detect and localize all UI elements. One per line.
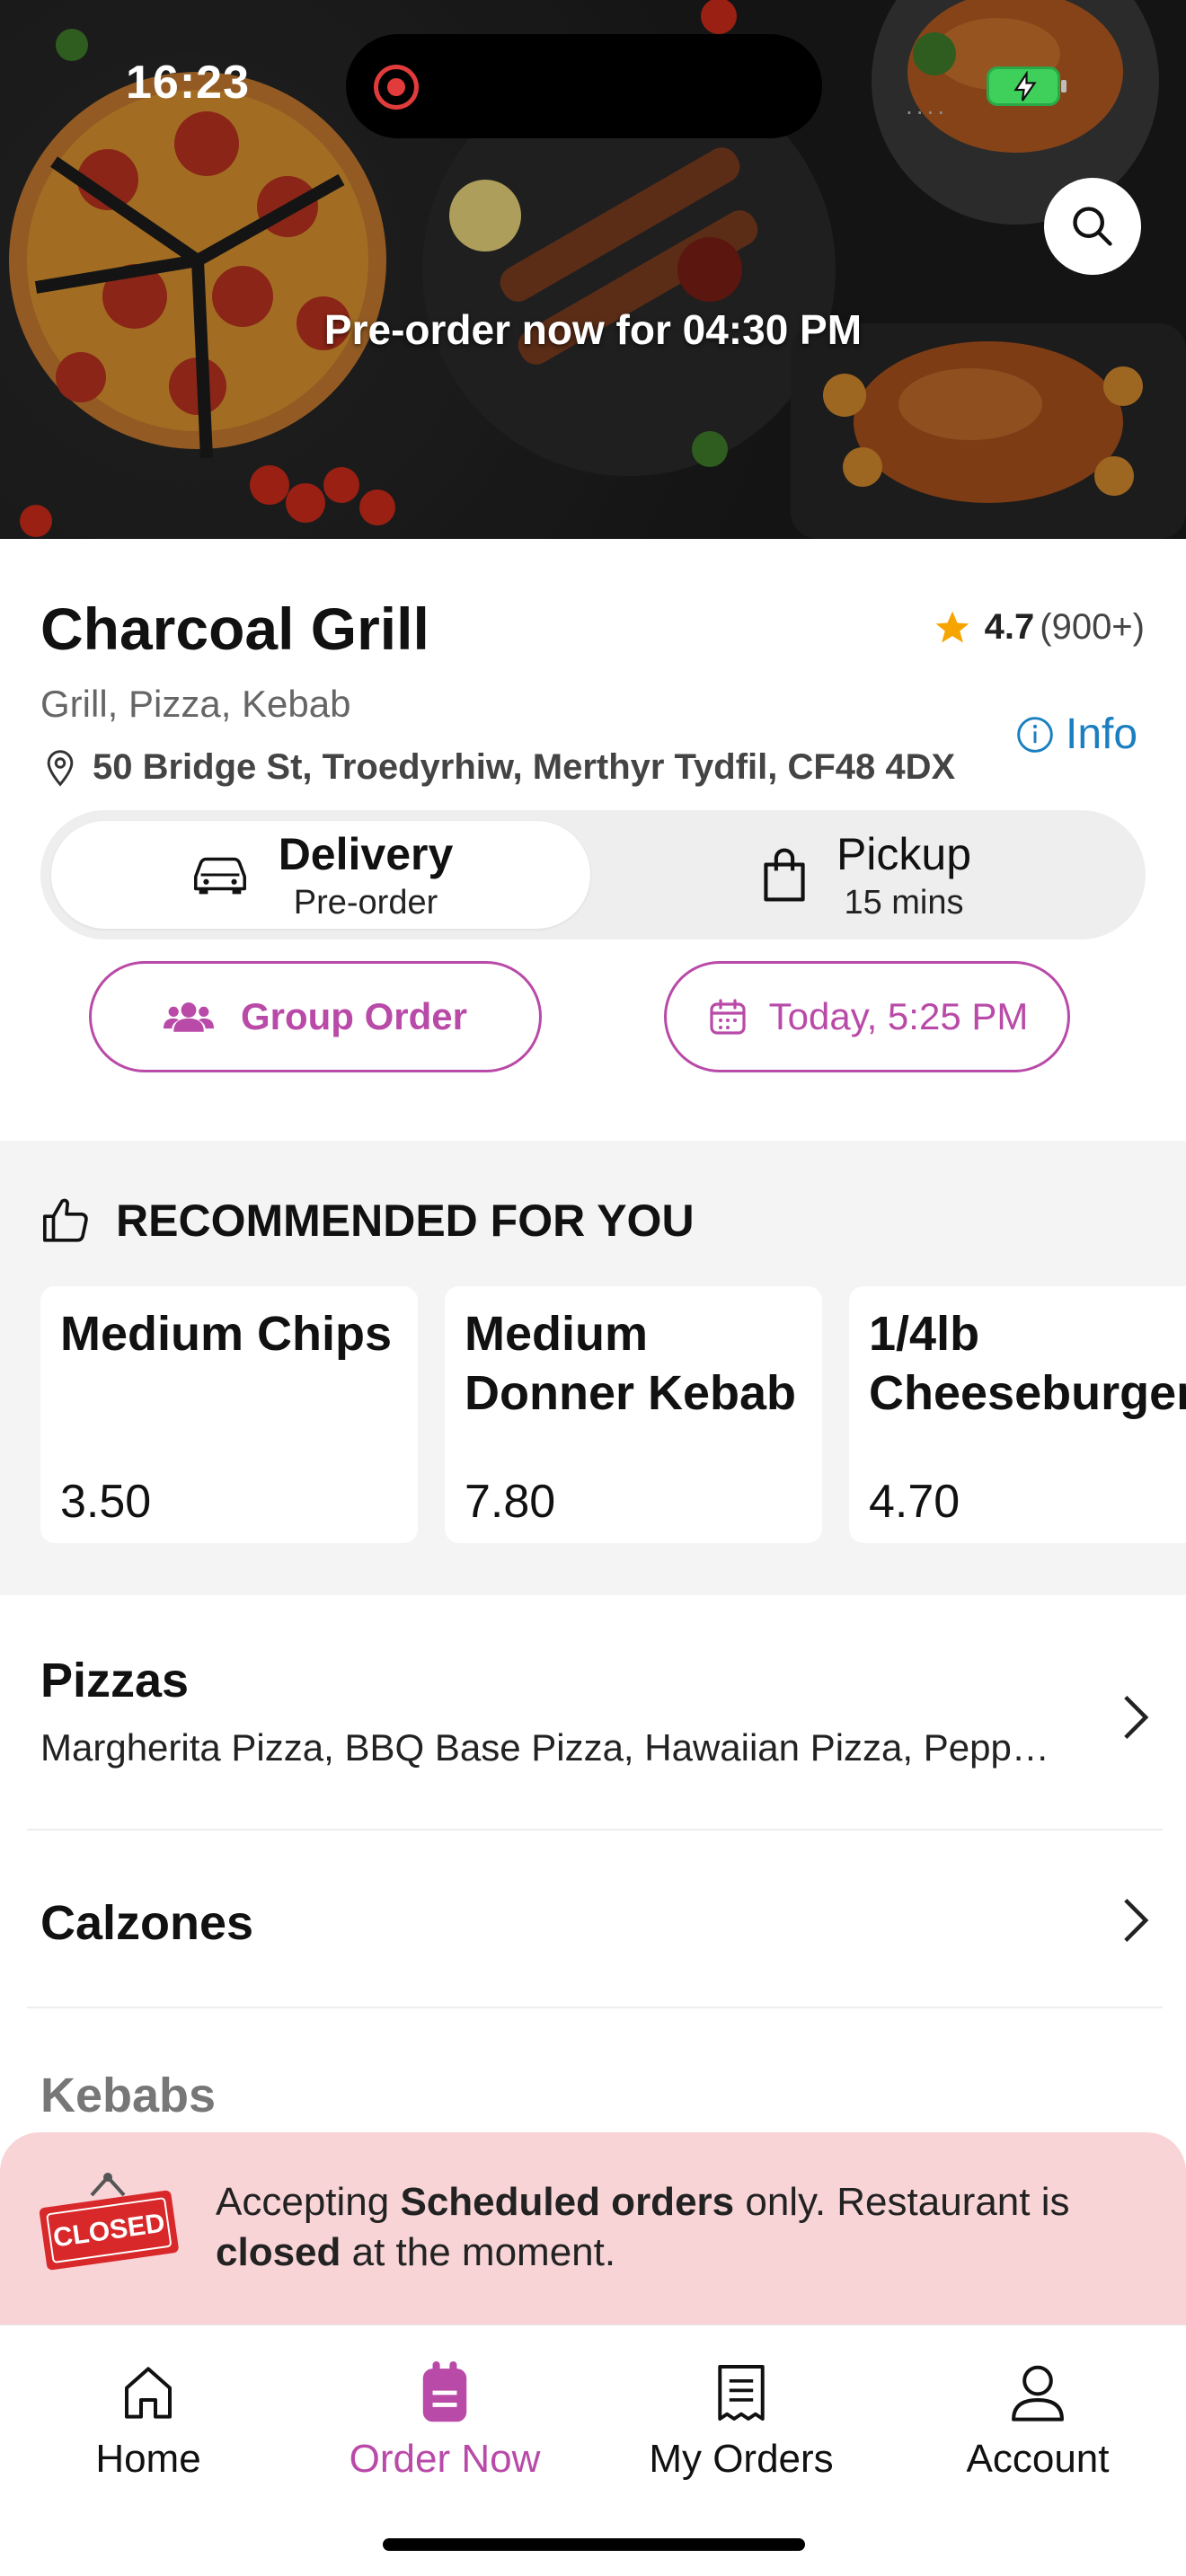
calendar-icon xyxy=(710,999,746,1035)
receipt-icon xyxy=(718,2365,765,2421)
signal-icon: .... xyxy=(906,92,949,119)
cuisine-list: Grill, Pizza, Kebab xyxy=(40,683,351,725)
group-icon xyxy=(163,1002,214,1032)
home-indicator[interactable] xyxy=(383,2538,805,2551)
category-title: Pizzas xyxy=(40,1654,190,1707)
tab-my-orders[interactable]: My Orders xyxy=(593,2361,890,2482)
group-order-button[interactable]: Group Order xyxy=(89,961,542,1072)
status-time: 16:23 xyxy=(126,57,250,109)
tab-home[interactable]: Home xyxy=(0,2361,296,2482)
closed-msg-bold: closed xyxy=(216,2230,341,2274)
item-name: Medium Donner Kebab xyxy=(465,1307,797,1420)
category-row-kebabs[interactable]: Kebabs xyxy=(27,2008,1163,2134)
recommended-heading: RECOMMENDED FOR YOU xyxy=(40,1195,695,1247)
info-icon xyxy=(1017,716,1053,753)
recommended-item[interactable]: Medium Donner Kebab 7.80 xyxy=(445,1286,822,1543)
delivery-subtitle: Pre-order xyxy=(293,883,438,922)
chevron-right-icon xyxy=(1124,1696,1149,1739)
rating: 4.7 (900+) xyxy=(933,607,1145,648)
hero-banner: 16:23 .... Pre-order now for 04:30 PM xyxy=(0,0,1186,539)
recording-indicator-icon xyxy=(374,65,419,110)
info-link[interactable]: Info xyxy=(1015,710,1137,759)
closed-sign-icon: CLOSED xyxy=(39,2173,179,2271)
star-icon xyxy=(935,611,969,642)
category-description: Margherita Pizza, BBQ Base Pizza, Hawaii… xyxy=(40,1726,1056,1769)
closed-msg-part: at the moment. xyxy=(341,2230,616,2274)
group-order-label: Group Order xyxy=(240,995,468,1037)
schedule-time-button[interactable]: Today, 5:25 PM xyxy=(664,961,1070,1072)
tab-label: Account xyxy=(966,2437,1110,2481)
recommended-item[interactable]: Medium Chips 3.50 xyxy=(40,1286,418,1543)
closed-notice-banner: CLOSED Accepting Scheduled orders only. … xyxy=(0,2132,1186,2325)
thumbs-up-icon xyxy=(43,1198,88,1242)
order-mode-toggle: Delivery Pre-order Pickup 15 mins xyxy=(40,810,1146,940)
item-price: 7.80 xyxy=(465,1476,556,1528)
schedule-label: Today, 5:25 PM xyxy=(768,995,1029,1037)
pickup-subtitle: 15 mins xyxy=(844,883,964,922)
info-label: Info xyxy=(1066,710,1138,758)
delivery-title: Delivery xyxy=(278,828,454,879)
recommended-item[interactable]: 1/4lb Cheeseburger 4.70 xyxy=(849,1286,1186,1543)
delivery-option[interactable]: Delivery Pre-order xyxy=(51,821,590,929)
closed-msg-bold: Scheduled orders xyxy=(400,2180,735,2224)
rating-score: 4.7 xyxy=(984,607,1035,647)
rating-count: (900+) xyxy=(1040,607,1145,647)
car-icon xyxy=(193,857,246,895)
pickup-title: Pickup xyxy=(836,828,972,879)
category-title: Kebabs xyxy=(40,2069,217,2122)
category-row-pizzas[interactable]: Pizzas Margherita Pizza, BBQ Base Pizza,… xyxy=(27,1595,1163,1831)
location-pin-icon xyxy=(47,749,74,787)
chevron-right-icon xyxy=(1124,1899,1149,1942)
category-row-calzones[interactable]: Calzones xyxy=(27,1831,1163,2008)
tab-label: Order Now xyxy=(349,2437,541,2481)
restaurant-address: 50 Bridge St, Troedyrhiw, Merthyr Tydfil… xyxy=(40,747,955,788)
item-name: 1/4lb Cheeseburger xyxy=(869,1307,1186,1420)
closed-msg-part: only. Restaurant is xyxy=(734,2180,1070,2224)
recommended-title: RECOMMENDED FOR YOU xyxy=(116,1195,695,1246)
battery-charging-icon xyxy=(987,66,1067,106)
recommended-section: RECOMMENDED FOR YOU Medium Chips 3.50 Me… xyxy=(0,1141,1186,1595)
tab-order-now[interactable]: Order Now xyxy=(296,2361,593,2482)
restaurant-name: Charcoal Grill xyxy=(40,595,429,662)
search-icon xyxy=(1073,207,1112,246)
order-icon xyxy=(422,2361,467,2422)
home-icon xyxy=(125,2367,172,2419)
category-title: Calzones xyxy=(40,1896,254,1950)
address-text: 50 Bridge St, Troedyrhiw, Merthyr Tydfil… xyxy=(93,747,956,787)
item-price: 3.50 xyxy=(60,1476,152,1528)
item-name: Medium Chips xyxy=(60,1307,393,1361)
closed-msg-part: Accepting xyxy=(216,2180,401,2224)
preorder-banner-text: Pre-order now for 04:30 PM xyxy=(323,306,863,353)
item-price: 4.70 xyxy=(869,1476,960,1528)
search-button[interactable] xyxy=(1044,178,1141,275)
pickup-option[interactable]: Pickup 15 mins xyxy=(596,821,1135,929)
tab-label: Home xyxy=(95,2437,201,2481)
shopping-bag-icon xyxy=(764,848,805,902)
tab-account[interactable]: Account xyxy=(890,2361,1186,2482)
closed-message: Accepting Scheduled orders only. Restaur… xyxy=(216,2177,1150,2278)
tab-label: My Orders xyxy=(649,2437,834,2481)
person-icon xyxy=(1012,2365,1064,2422)
